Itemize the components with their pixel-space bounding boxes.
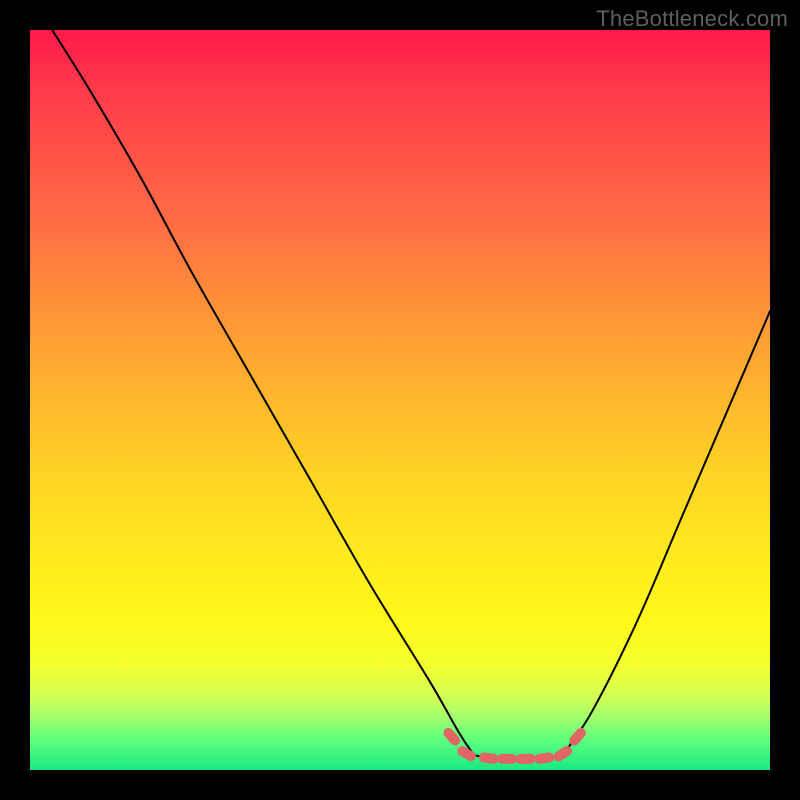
valley-marker (455, 744, 477, 763)
valley-marker (552, 744, 574, 763)
curve-layer (52, 30, 770, 759)
series-left-branch (52, 30, 474, 755)
marker-layer (441, 726, 587, 765)
series-right-branch (563, 311, 770, 755)
valley-marker (497, 754, 517, 764)
valley-marker (441, 726, 462, 748)
valley-marker (516, 754, 536, 764)
valley-marker (534, 752, 555, 765)
outer-frame: TheBottleneck.com (0, 0, 800, 800)
chart-svg (30, 30, 770, 770)
watermark-text: TheBottleneck.com (596, 6, 788, 32)
valley-marker (478, 752, 499, 764)
